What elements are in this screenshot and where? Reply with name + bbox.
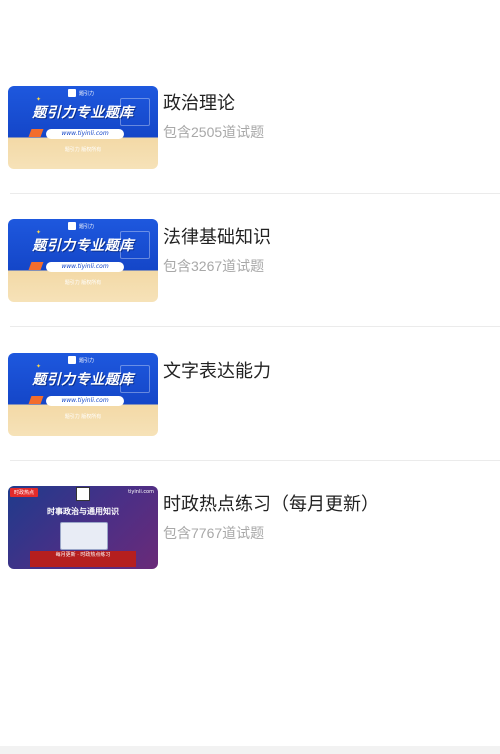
- flag-icon: [28, 262, 44, 270]
- logo-text: 题引力: [79, 90, 95, 97]
- course-thumbnail[interactable]: 时政热点 tiyinli.com 时事政治与通用知识 每月更新 · 时政热点练习: [8, 486, 158, 569]
- logo-text: 题引力: [79, 223, 95, 230]
- logo-icon: [68, 89, 76, 97]
- logo-icon: [68, 356, 76, 364]
- item-title[interactable]: 政治理论: [163, 89, 235, 115]
- logo-icon: [68, 222, 76, 230]
- brand-logo: 题引力: [68, 89, 94, 97]
- news-strip: 每月更新 · 时政热点练习: [30, 551, 136, 567]
- brand-logo: 题引力: [68, 356, 94, 364]
- brand-logo: 题引力: [68, 222, 94, 230]
- thumbnail-url: www.tiyinli.com: [46, 129, 124, 139]
- course-thumbnail[interactable]: 题引力 ✦ 题引力专业题库 www.tiyinli.com 题引力 版权所有: [8, 86, 158, 169]
- item-question-count: 包含7767道试题: [163, 525, 265, 541]
- flag-icon: [28, 129, 44, 137]
- course-thumbnail[interactable]: 题引力 ✦ 题引力专业题库 www.tiyinli.com 题引力 版权所有: [8, 353, 158, 436]
- logo-text: 题引力: [79, 357, 95, 364]
- divider: [10, 460, 500, 461]
- bottom-bar: [0, 746, 500, 754]
- news-headline: 时事政治与通用知识: [47, 507, 119, 516]
- thumbnail-copyright: 题引力 版权所有: [64, 280, 102, 286]
- thumbnail-copyright: 题引力 版权所有: [64, 147, 102, 153]
- qr-code-icon: [76, 487, 90, 501]
- screen-preview-icon: [60, 522, 108, 550]
- item-question-count: 包含2505道试题: [163, 124, 265, 140]
- thumbnail-headline: 题引力专业题库: [32, 238, 134, 254]
- news-tag: 时政热点: [10, 488, 39, 497]
- flag-icon: [28, 396, 44, 404]
- item-question-count: 包含3267道试题: [163, 258, 265, 274]
- news-site: tiyinli.com: [128, 489, 154, 495]
- divider: [10, 326, 500, 327]
- thumbnail-headline: 题引力专业题库: [32, 372, 134, 388]
- course-thumbnail[interactable]: 题引力 ✦ 题引力专业题库 www.tiyinli.com 题引力 版权所有: [8, 219, 158, 302]
- thumbnail-copyright: 题引力 版权所有: [64, 414, 102, 420]
- divider: [10, 193, 500, 194]
- item-title[interactable]: 法律基础知识: [163, 223, 271, 249]
- item-title[interactable]: 文字表达能力: [163, 357, 271, 383]
- thumbnail-headline: 题引力专业题库: [32, 105, 134, 121]
- thumbnail-url: www.tiyinli.com: [46, 396, 124, 406]
- thumbnail-url: www.tiyinli.com: [46, 262, 124, 272]
- item-title[interactable]: 时政热点练习（每月更新）: [163, 490, 379, 516]
